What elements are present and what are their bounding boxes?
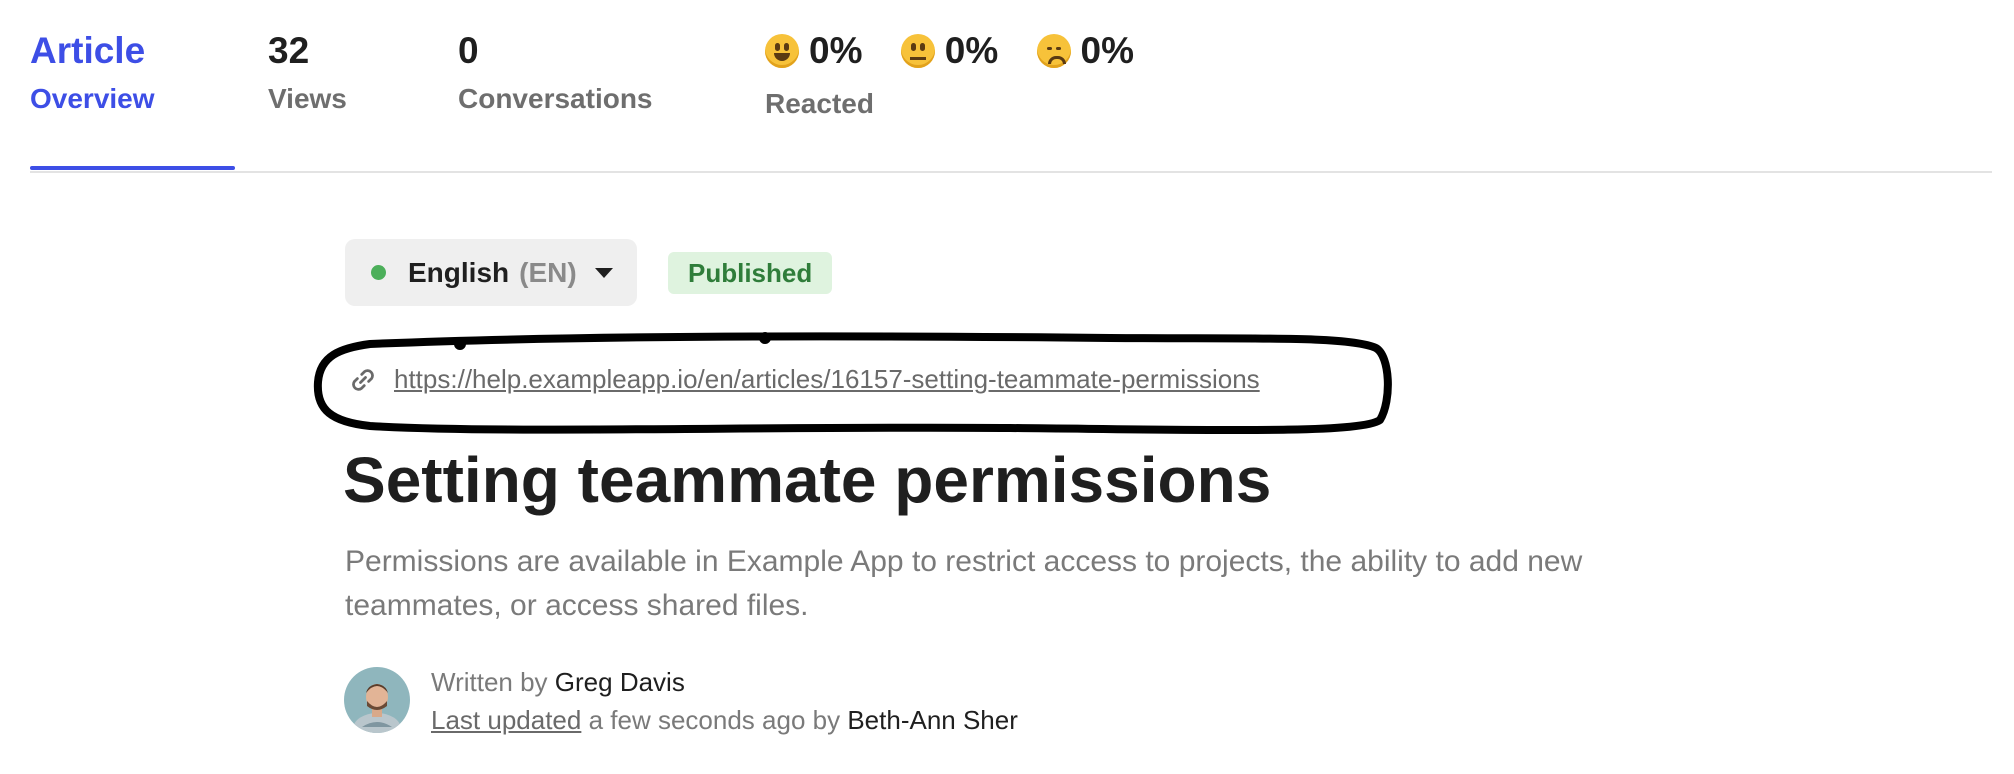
updated-time: a few seconds ago by (588, 705, 841, 735)
language-code: (EN) (519, 256, 577, 288)
chevron-down-icon (594, 267, 613, 278)
tab-article-overview[interactable]: Article Overview (30, 26, 155, 122)
reacted-label: Reacted (765, 88, 874, 119)
conversations-label: Conversations (458, 83, 653, 114)
reacted-stat[interactable]: 0% 0% 0% Reacted (765, 26, 1162, 127)
reaction-happy-percent: 0% (809, 30, 863, 71)
reaction-sad: 0% (1036, 26, 1135, 76)
last-updated-link[interactable]: Last updated (431, 705, 581, 735)
link-icon (352, 368, 374, 391)
conversations-count: 0 (458, 30, 479, 71)
tab-article-title: Article (30, 30, 146, 71)
language-dropdown[interactable]: English (EN) (345, 239, 637, 306)
last-updated-line: Last updated a few seconds ago by Beth-A… (431, 702, 1018, 738)
article-url-row: https://help.exampleapp.io/en/articles/1… (348, 364, 1260, 395)
smiley-sad-icon (1036, 34, 1071, 68)
conversations-stat[interactable]: 0 Conversations (458, 26, 653, 122)
language-name: English (408, 256, 510, 288)
smiley-neutral-icon (900, 34, 935, 68)
reaction-neutral-percent: 0% (944, 30, 999, 71)
views-label: Views (268, 83, 347, 114)
written-by-label: Written by (431, 667, 548, 697)
language-status-dot (371, 265, 386, 280)
smiley-happy-icon (765, 34, 799, 68)
updated-by-name: Beth-Ann Sher (847, 705, 1018, 735)
stats-bar: Article Overview 32 Views 0 Conversation… (30, 0, 1992, 173)
author-name: Greg Davis (554, 667, 685, 697)
active-tab-indicator (30, 166, 235, 170)
reaction-sad-percent: 0% (1080, 30, 1135, 71)
reaction-happy: 0% (765, 26, 862, 76)
views-count: 32 (268, 30, 310, 71)
written-by-line: Written by Greg Davis (431, 664, 685, 700)
article-page: Article Overview 32 Views 0 Conversation… (0, 0, 2014, 774)
article-title: Setting teammate permissions (343, 444, 1272, 516)
article-url-link[interactable]: https://help.exampleapp.io/en/articles/1… (394, 364, 1260, 395)
views-stat[interactable]: 32 Views (268, 26, 347, 122)
tab-article-subtitle: Overview (30, 83, 155, 114)
article-description: Permissions are available in Example App… (345, 545, 1583, 622)
avatar (344, 667, 410, 733)
reaction-neutral: 0% (900, 26, 999, 76)
reactions-row: 0% 0% 0% (765, 26, 1162, 81)
status-badge: Published (668, 252, 833, 294)
